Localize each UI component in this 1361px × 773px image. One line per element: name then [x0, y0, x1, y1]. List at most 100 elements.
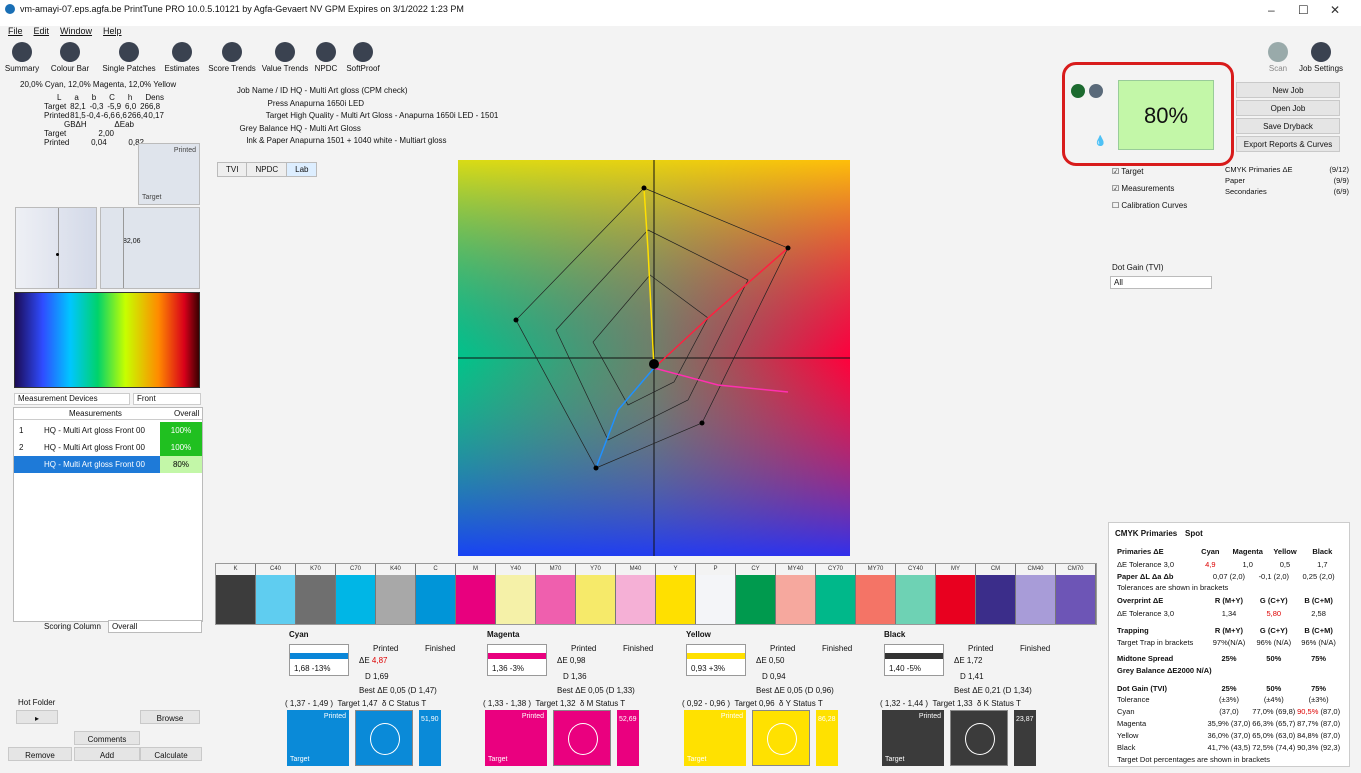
patch-k70[interactable]: K70	[296, 564, 336, 624]
colour-bar-tool[interactable]: Colour Bar	[44, 40, 96, 73]
patch-swatch	[856, 575, 895, 624]
measurement-row[interactable]: 2 HQ - Multi Art gloss Front 00 100%	[14, 439, 202, 456]
tab-cmyk-primaries[interactable]: CMYK Primaries	[1115, 529, 1177, 538]
add-button[interactable]: Add	[74, 747, 140, 761]
tolerance-note: Tolerances are shown in brackets	[1117, 583, 1229, 592]
calculate-button[interactable]: Calculate	[140, 747, 202, 761]
patch-my[interactable]: MY	[936, 564, 976, 624]
measurement-row[interactable]: 1 HQ - Multi Art gloss Front 00 100%	[14, 422, 202, 439]
calibration-check[interactable]: ☐ Calibration Curves	[1112, 197, 1187, 214]
lab-table: La b Ch Dens Target 82,1 -0,3 -5,9 6,0 266,8 Pri…	[44, 93, 164, 147]
measurement-row-selected[interactable]: HQ - Multi Art gloss Front 00 80%	[14, 456, 202, 473]
menu-window[interactable]: Window	[60, 26, 92, 36]
tab-spot[interactable]: Spot	[1185, 529, 1203, 538]
hot-folder-toggle[interactable]: ▸	[16, 710, 58, 724]
estimates-tool[interactable]: Estimates	[156, 40, 208, 73]
value-trends-tool[interactable]: Value Trends	[258, 40, 312, 73]
overprint-row: ΔE Tolerance 3,0 1,34 5,80 2,58	[1117, 609, 1326, 618]
patch-swatch	[1056, 575, 1095, 624]
measurements-check[interactable]: ☑ Measurements	[1112, 180, 1187, 197]
title-bar: vm-amayi-07.eps.agfa.be PrintTune PRO 10…	[0, 0, 1361, 26]
patch-cm70[interactable]: CM70	[1056, 564, 1096, 624]
patch-cy70[interactable]: CY70	[816, 564, 856, 624]
patch-c70[interactable]: C70	[336, 564, 376, 624]
patch-m[interactable]: M	[456, 564, 496, 624]
patch-y40[interactable]: Y40	[496, 564, 536, 624]
spectral-curve	[14, 292, 200, 388]
patch-m40[interactable]: M40	[616, 564, 656, 624]
settings-icon	[1311, 42, 1331, 62]
selected-patch-line: 20,0% Cyan, 12,0% Magenta, 12,0% Yellow	[20, 80, 177, 89]
dot-gain-black: Black 41,7% (43,5) 72,5% (74,4) 90,3% (92,3…	[1117, 743, 1341, 752]
new-job-button[interactable]: New Job	[1236, 82, 1340, 98]
dot-gain-select[interactable]: All	[1110, 276, 1212, 289]
dot-gain-note: Target Dot percentages are shown in brac…	[1117, 755, 1270, 764]
patch-cy40[interactable]: CY40	[896, 564, 936, 624]
menu-bar: File Edit Window Help	[0, 26, 1361, 40]
patch-y70[interactable]: Y70	[576, 564, 616, 624]
patch-swatch	[536, 575, 575, 624]
menu-help[interactable]: Help	[103, 26, 122, 36]
patch-p[interactable]: P	[696, 564, 736, 624]
chart-bars-icon	[222, 42, 242, 62]
target-icon	[119, 42, 139, 62]
export-reports-button[interactable]: Export Reports & Curves	[1236, 136, 1340, 152]
job-settings-tool[interactable]: Job Settings	[1296, 40, 1346, 73]
patch-my70[interactable]: MY70	[856, 564, 896, 624]
patch-swatch	[776, 575, 815, 624]
remove-button[interactable]: Remove	[8, 747, 72, 761]
report-icon[interactable]	[1089, 84, 1103, 98]
patch-label: C40	[269, 566, 281, 572]
comments-button[interactable]: Comments	[74, 731, 140, 745]
tab-lab[interactable]: Lab	[286, 162, 318, 177]
patch-y[interactable]: Y	[656, 564, 696, 624]
patch-m70[interactable]: M70	[536, 564, 576, 624]
section-magenta: Magenta 1,36 -3% Printed Finished ΔE 0,98 D 1…	[483, 630, 677, 766]
hot-folder-label: Hot Folder	[18, 698, 56, 707]
section-yellow: Yellow 0,93 +3% Printed Finished ΔE 0,50 D 0,…	[682, 630, 876, 766]
patch-cm[interactable]: CM	[976, 564, 1016, 624]
target-name: High Quality - Multi Art Gloss - Anapurn…	[290, 111, 499, 120]
grey-balance-row: Grey Balance ΔE2000 N/A)	[1117, 666, 1212, 675]
patch-swatch	[336, 575, 375, 624]
patch-swatch	[296, 575, 335, 624]
patch-k40[interactable]: K40	[376, 564, 416, 624]
patch-swatch	[936, 575, 975, 624]
tab-npdc[interactable]: NPDC	[246, 162, 288, 177]
single-patches-tool[interactable]: Single Patches	[100, 40, 158, 73]
printed-swatch: Printed Target	[684, 710, 746, 766]
section-black: Black 1,40 -5% Printed Finished ΔE 1,72 D 1,4…	[880, 630, 1074, 766]
tab-tvi[interactable]: TVI	[217, 162, 248, 177]
scoring-select[interactable]: Overall	[108, 620, 202, 633]
patch-label: MY	[951, 566, 960, 572]
patch-c40[interactable]: C40	[256, 564, 296, 624]
point-paper	[649, 359, 659, 369]
softproof-tool[interactable]: SoftProof	[340, 40, 386, 73]
close-icon[interactable]: ✕	[1330, 3, 1340, 17]
open-job-button[interactable]: Open Job	[1236, 100, 1340, 116]
patch-c[interactable]: C	[416, 564, 456, 624]
npdc-tool[interactable]: NPDC	[311, 40, 341, 73]
menu-edit[interactable]: Edit	[34, 26, 50, 36]
globe-icon[interactable]	[1071, 84, 1085, 98]
target-check[interactable]: ☑ Target	[1112, 163, 1187, 180]
browse-button[interactable]: Browse	[140, 710, 200, 724]
summary-tool[interactable]: Summary	[0, 40, 44, 73]
patch-label: CM40	[1027, 566, 1044, 572]
score-trends-tool[interactable]: Score Trends	[206, 40, 258, 73]
patch-cy[interactable]: CY	[736, 564, 776, 624]
patch-my40[interactable]: MY40	[776, 564, 816, 624]
maximize-icon[interactable]: ☐	[1298, 3, 1309, 17]
scan-tool[interactable]: Scan	[1258, 40, 1298, 73]
devices-select[interactable]: Measurement Devices	[14, 393, 130, 405]
grid-icon	[12, 42, 32, 62]
save-dryback-button[interactable]: Save Dryback	[1236, 118, 1340, 134]
patch-cm40[interactable]: CM40	[1016, 564, 1056, 624]
patch-k[interactable]: K	[216, 564, 256, 624]
minimize-icon[interactable]: –	[1268, 3, 1275, 17]
bars-icon	[60, 42, 80, 62]
side-select[interactable]: Front	[133, 393, 201, 405]
tvi-box: 0,93 +3%	[686, 644, 746, 676]
menu-file[interactable]: File	[8, 26, 23, 36]
printed-swatch: Printed Target	[882, 710, 944, 766]
